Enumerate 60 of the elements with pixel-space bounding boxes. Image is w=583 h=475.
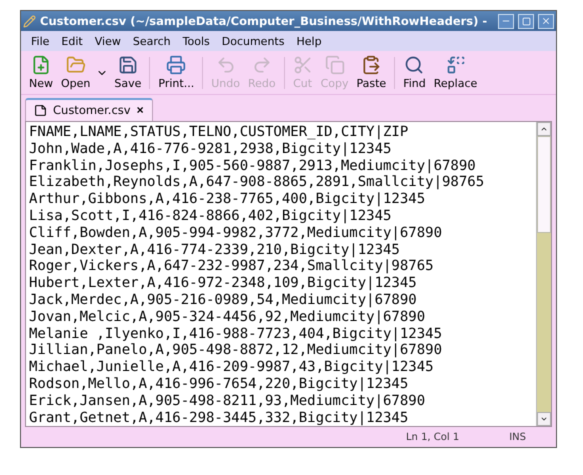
menu-item[interactable]: View — [94, 34, 121, 48]
pencil-icon — [23, 14, 36, 28]
text-line: Hubert,Lexter,A,416-972-2348,109,Bigcity|12345 — [29, 275, 418, 292]
text-line: Rodson,Mello,A,416-996-7654,220,Bigcity|12345 — [29, 376, 410, 393]
menu-item[interactable]: Documents — [222, 34, 284, 48]
toolbar-button[interactable]: Save — [112, 55, 144, 90]
scroll-down-button[interactable] — [537, 412, 551, 426]
document-icon — [34, 104, 47, 116]
redo-icon — [252, 55, 272, 75]
maximize-icon — [522, 16, 530, 26]
menu-item[interactable]: Edit — [61, 34, 83, 48]
tab-label: Customer.csv — [53, 103, 131, 117]
text-line: FNAME,LNAME,STATUS,TELNO,CUSTOMER_ID,CITY|ZIP — [29, 124, 410, 141]
text-line: Cliff,Bowden,A,905-994-9982,3772,Mediumcity|67890 — [29, 224, 444, 242]
insert-mode: INS — [509, 432, 526, 442]
maximize-button[interactable] — [518, 14, 534, 28]
text-line: Franklin,Josephs,I,905-560-9887,2913,Mediumcity|67890 — [29, 158, 477, 174]
text-line: John,Wade,A,416-776-9281,2938,Bigcity|12345 — [29, 140, 392, 158]
text-line: Jean,Dexter,A,416-774-2339,210,Bigcity|12345 — [29, 242, 401, 258]
text-line: Erick,Jansen,A,905-498-8211,93,Mediumcity|67890 — [29, 392, 426, 410]
text-line: Roger,Vickers,A,647-232-9987,234,Smallcity|98765 — [29, 258, 435, 276]
toolbar-button[interactable]: New — [27, 55, 55, 90]
text-line: Jillian,Panelo,A,905-498-8872,12,Mediumcity|67890 — [29, 342, 444, 360]
text-editor[interactable] — [25, 121, 552, 427]
toolbar-button[interactable]: Replace — [432, 55, 480, 90]
text-line: Jack,Merdec,A,905-216-0989,54,Mediumcity|67890 — [29, 292, 418, 309]
scroll-up-button[interactable] — [537, 122, 551, 136]
minimize-button[interactable] — [498, 14, 514, 28]
text-line: Michael,Junielle,A,416-209-9987,43,Bigcity|12345 — [29, 359, 435, 376]
printer-icon — [166, 55, 186, 75]
text-line: Melanie ,Ilyenko,I,416-988-7723,404,Bigcity|12345 — [29, 326, 444, 342]
replace-icon — [446, 55, 466, 75]
toolbar-button[interactable]: Paste — [354, 55, 388, 90]
menu-item[interactable]: File — [31, 34, 50, 48]
document-tab[interactable]: Customer.csv × — [25, 98, 153, 121]
menu-item[interactable]: Tools — [182, 34, 210, 48]
text-line: Grant,Getnet,A,416-298-3445,332,Bigcity|12345 — [29, 410, 410, 426]
text-line: Elizabeth,Reynolds,A,647-908-8865,2891,Smallcity|98765 — [29, 174, 486, 192]
close-button[interactable] — [538, 14, 554, 28]
text-line: Lisa,Scott,I,416-824-8866,402,Bigcity|12345 — [29, 208, 392, 225]
scrollbar-thumb[interactable] — [537, 136, 551, 233]
menu-item[interactable]: Help — [296, 34, 322, 48]
tab-close-button[interactable]: × — [136, 103, 144, 117]
scrollbar[interactable] — [536, 122, 551, 426]
cursor-position: Ln 1, Col 1 — [406, 432, 460, 442]
window-title: Customer.csv (~/sampleData/Computer_Business/WithRowHeaders) - — [40, 14, 488, 28]
search-icon — [404, 55, 424, 75]
toolbar-button[interactable]: Open — [59, 55, 92, 90]
clipboard-icon — [361, 55, 382, 75]
text-line: Arthur,Gibbons,A,416-238-7765,400,Bigcity|12345 — [29, 191, 426, 208]
text-line: Jovan,Melcic,A,905-324-4456,92,Mediumcity|67890 — [29, 308, 426, 326]
undo-icon — [216, 55, 236, 75]
toolbar-button[interactable]: Print... — [156, 55, 196, 90]
menu-item[interactable]: Search — [132, 34, 171, 48]
copy-icon — [324, 55, 345, 75]
toolbar-button[interactable]: Find — [401, 55, 428, 90]
scissors-icon — [292, 55, 313, 75]
new-file-icon — [31, 55, 51, 75]
folder-icon — [66, 55, 86, 75]
close-icon — [541, 16, 551, 26]
